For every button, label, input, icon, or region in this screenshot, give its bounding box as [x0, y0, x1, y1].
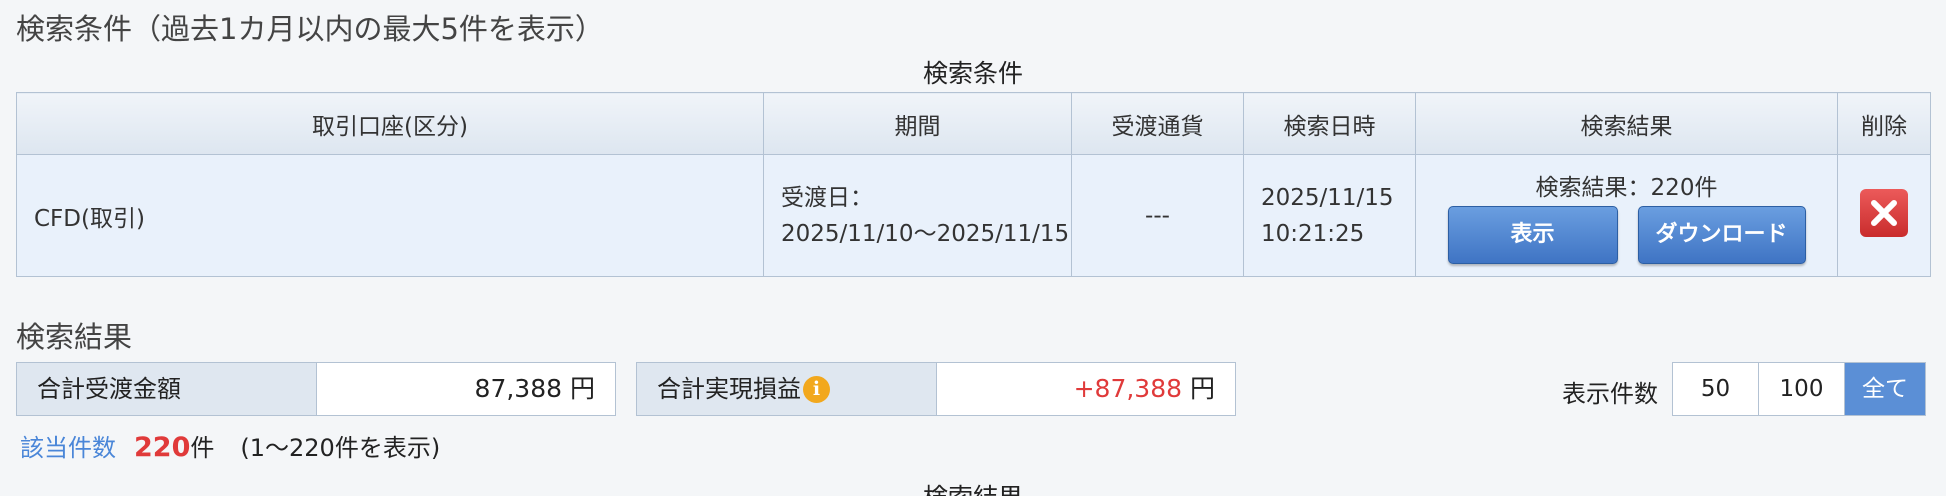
total-pl-label-cell: 合計実現損益 i	[637, 363, 937, 415]
period-range: 2025/11/10〜2025/11/15	[781, 220, 1070, 247]
header-search-result: 検索結果	[1415, 92, 1838, 155]
cell-search-result: 検索結果：220件 表示 ダウンロード	[1415, 154, 1838, 277]
display-count-label: 表示件数	[1562, 380, 1658, 408]
header-search-datetime: 検索日時	[1243, 92, 1416, 155]
header-delete: 削除	[1837, 92, 1931, 155]
total-settlement-label: 合計受渡金額	[17, 363, 317, 415]
total-pl-value: +87,388 円	[937, 363, 1235, 415]
download-button[interactable]: ダウンロード	[1637, 205, 1806, 264]
search-conditions-caption: 検索条件	[922, 59, 1023, 88]
search-date: 2025/11/15	[1261, 184, 1394, 211]
search-results-caption: 検索結果	[0, 478, 1946, 496]
total-pl-unit: 円	[1189, 374, 1215, 403]
result-count-text: 検索結果：220件	[1535, 174, 1718, 201]
search-time: 10:21:25	[1261, 220, 1365, 247]
total-pl-amount: +87,388	[1073, 374, 1183, 403]
period-label: 受渡日：	[781, 184, 873, 211]
cell-period: 受渡日： 2025/11/10〜2025/11/15	[763, 154, 1072, 277]
cell-delete	[1837, 154, 1931, 277]
header-account: 取引口座(区分)	[16, 92, 764, 155]
hit-count-line: 該当件数 220件 (1〜220件を表示)	[20, 428, 440, 463]
total-settlement-unit: 円	[569, 374, 595, 403]
total-pl-box: 合計実現損益 i +87,388 円	[636, 362, 1236, 416]
total-pl-label: 合計実現損益	[657, 375, 801, 403]
header-currency: 受渡通貨	[1071, 92, 1244, 155]
display-50-button[interactable]: 50	[1673, 363, 1759, 415]
show-button[interactable]: 表示	[1447, 205, 1618, 264]
header-period: 期間	[763, 92, 1072, 155]
hit-count-value: 220	[134, 432, 191, 463]
display-100-button[interactable]: 100	[1759, 363, 1845, 415]
total-settlement-box: 合計受渡金額 87,388 円	[16, 362, 616, 416]
hit-count-unit: 件	[190, 434, 215, 462]
hit-count-label: 該当件数	[20, 434, 116, 462]
total-settlement-value: 87,388 円	[317, 363, 615, 415]
search-conditions-title: 検索条件（過去1カ月以内の最大5件を表示）	[16, 12, 604, 46]
delete-button[interactable]	[1860, 188, 1908, 237]
table-header-row: 取引口座(区分) 期間 受渡通貨 検索日時 検索結果 削除	[16, 92, 1931, 155]
display-count-selector: 50 100 全て	[1672, 362, 1926, 416]
table-row: CFD(取引) 受渡日： 2025/11/10〜2025/11/15 --- 2…	[16, 154, 1931, 277]
close-icon	[1871, 199, 1897, 226]
cell-account: CFD(取引)	[16, 154, 764, 277]
search-results-title: 検索結果	[16, 320, 133, 354]
display-all-button[interactable]: 全て	[1845, 363, 1925, 415]
info-icon[interactable]: i	[803, 375, 830, 403]
cell-search-datetime: 2025/11/15 10:21:25	[1243, 154, 1416, 277]
cell-currency: ---	[1071, 154, 1244, 277]
hit-range-text: (1〜220件を表示)	[240, 434, 441, 462]
total-settlement-amount: 87,388	[474, 374, 563, 403]
search-conditions-table: 取引口座(区分) 期間 受渡通貨 検索日時 検索結果 削除 CFD(取引) 受渡…	[16, 92, 1931, 277]
